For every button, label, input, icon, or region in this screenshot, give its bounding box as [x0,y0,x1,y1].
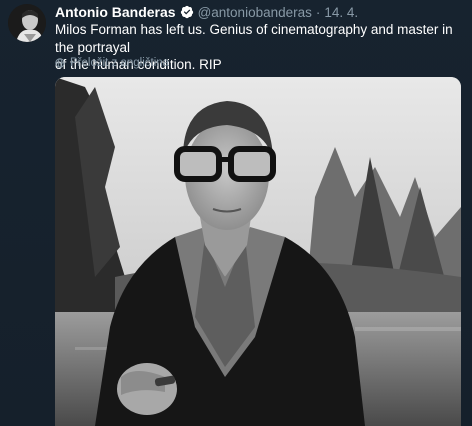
verified-badge-icon [180,5,194,19]
translate-link[interactable]: Přeložit z angličtina [55,57,169,69]
author-avatar[interactable] [8,4,46,42]
author-handle[interactable]: @antoniobanderas [198,5,312,20]
globe-icon [55,58,65,68]
author-name[interactable]: Antonio Banderas [55,4,176,20]
tweet-header: Antonio Banderas @antoniobanderas · 14. … [55,3,466,21]
tweet-date[interactable]: 14. 4. [324,5,358,20]
header-separator: · [315,4,321,20]
translate-label: Přeložit z angličtina [70,57,170,69]
tweet-text-line: Milos Forman has left us. Genius of cine… [55,22,453,55]
tweet-photo[interactable] [55,77,461,426]
tweet[interactable]: Antonio Banderas @antoniobanderas · 14. … [0,0,472,426]
